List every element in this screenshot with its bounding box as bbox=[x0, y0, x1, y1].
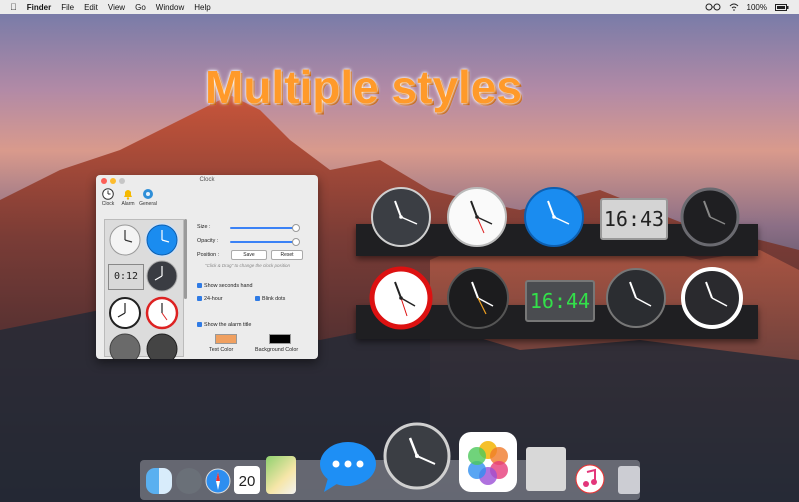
menu-help[interactable]: Help bbox=[194, 3, 210, 12]
calculator-icon[interactable] bbox=[526, 447, 566, 491]
itunes-icon[interactable] bbox=[575, 464, 605, 494]
style-digital-clock[interactable]: 0:12 bbox=[108, 264, 144, 290]
blue-clock[interactable] bbox=[523, 186, 585, 248]
tab-clock-label: Clock bbox=[101, 201, 115, 207]
bell-icon bbox=[124, 190, 132, 200]
style-black-clock[interactable] bbox=[108, 296, 142, 330]
lcd-digital-clock[interactable]: 16:43 bbox=[600, 198, 668, 240]
save-button[interactable]: Save bbox=[231, 250, 267, 260]
menu-file[interactable]: File bbox=[61, 3, 74, 12]
menu-view[interactable]: View bbox=[108, 3, 125, 12]
blink-dots-option[interactable]: Blink dots bbox=[255, 296, 285, 302]
tab-general[interactable]: General bbox=[139, 188, 157, 212]
background-color-well[interactable] bbox=[269, 334, 291, 344]
style-white-clock[interactable] bbox=[108, 223, 142, 257]
opacity-slider-knob[interactable] bbox=[292, 238, 300, 246]
text-color-label: Text Color bbox=[209, 347, 234, 353]
red-rim-clock[interactable] bbox=[369, 266, 433, 330]
menu-edit[interactable]: Edit bbox=[84, 3, 98, 12]
photos-icon[interactable] bbox=[459, 432, 517, 492]
show-seconds-label: Show seconds hand bbox=[204, 283, 253, 289]
glasses-icon[interactable] bbox=[705, 3, 721, 11]
headline: Multiple styles bbox=[205, 61, 522, 113]
clock-app-icon[interactable] bbox=[383, 422, 451, 490]
menu-go[interactable]: Go bbox=[135, 3, 146, 12]
gear-icon bbox=[143, 189, 153, 199]
24-hour-label: 24-hour bbox=[204, 296, 223, 302]
tab-alarm[interactable]: Alarm bbox=[120, 188, 136, 212]
tab-alarm-label: Alarm bbox=[121, 201, 135, 207]
menu-bar:  Finder File Edit View Go Window Help 1… bbox=[0, 0, 799, 14]
clock-style-grid: 0:12 bbox=[104, 219, 184, 359]
outline-dark-clock[interactable] bbox=[679, 186, 741, 248]
style-darkgray-clock[interactable] bbox=[145, 332, 179, 359]
white-classic-clock[interactable] bbox=[446, 186, 508, 248]
style-red-clock[interactable] bbox=[145, 296, 179, 330]
checkbox-icon bbox=[197, 296, 202, 302]
window-titlebar[interactable]: Clock bbox=[96, 175, 318, 187]
background-color-label: Background Color bbox=[255, 347, 299, 353]
window-toolbar: Clock Alarm General bbox=[96, 187, 318, 213]
charcoal-clock[interactable] bbox=[604, 266, 668, 330]
menu-window[interactable]: Window bbox=[156, 3, 184, 12]
clock-icon bbox=[102, 188, 114, 200]
apple-menu-icon[interactable]:  bbox=[10, 2, 17, 12]
window-title: Clock bbox=[199, 177, 215, 183]
checkbox-icon bbox=[197, 283, 202, 289]
menu-app-name[interactable]: Finder bbox=[27, 3, 51, 12]
finder-icon[interactable] bbox=[146, 468, 172, 494]
alarm-title-option[interactable]: Show the alarm title bbox=[197, 322, 251, 328]
battery-percent: 100% bbox=[746, 2, 767, 12]
messages-icon[interactable] bbox=[318, 438, 378, 494]
black-numeral-clock[interactable] bbox=[446, 266, 510, 330]
24-hour-option[interactable]: 24-hour bbox=[197, 296, 223, 302]
safari-icon[interactable] bbox=[205, 468, 231, 494]
reset-button[interactable]: Reset bbox=[271, 250, 303, 260]
opacity-slider[interactable] bbox=[230, 241, 296, 243]
size-slider[interactable] bbox=[230, 227, 296, 229]
calendar-icon[interactable]: 20 bbox=[234, 466, 260, 494]
maps-icon[interactable] bbox=[266, 456, 296, 494]
position-label: Position : bbox=[197, 252, 220, 258]
checkbox-icon bbox=[197, 322, 202, 328]
show-seconds-option[interactable]: Show seconds hand bbox=[197, 283, 253, 289]
dark-metal-clock[interactable] bbox=[370, 186, 432, 248]
tab-general-label: General bbox=[139, 201, 157, 207]
wifi-icon[interactable] bbox=[729, 3, 739, 11]
clock-preferences-window: Clock Clock Alarm General 0:12 Size : Op… bbox=[96, 175, 318, 359]
opacity-label: Opacity : bbox=[197, 238, 219, 244]
checkbox-icon bbox=[255, 296, 260, 302]
style-blue-clock[interactable] bbox=[145, 223, 179, 257]
launchpad-icon[interactable] bbox=[176, 468, 202, 494]
size-slider-knob[interactable] bbox=[292, 224, 300, 232]
style-dark-clock[interactable] bbox=[145, 259, 179, 293]
blink-dots-label: Blink dots bbox=[262, 296, 286, 302]
text-color-well[interactable] bbox=[215, 334, 237, 344]
tab-clock[interactable]: Clock bbox=[100, 188, 116, 212]
style-gray-clock[interactable] bbox=[108, 332, 142, 359]
green-led-clock[interactable]: 16:44 bbox=[525, 280, 595, 322]
alarm-title-label: Show the alarm title bbox=[204, 322, 252, 328]
size-label: Size : bbox=[197, 224, 211, 230]
battery-icon[interactable] bbox=[775, 3, 789, 11]
position-hint: "Click & Drag" to change the clock posit… bbox=[205, 263, 290, 268]
trash-icon[interactable] bbox=[618, 466, 640, 494]
grid-scrollbar[interactable] bbox=[184, 219, 187, 299]
white-ring-clock[interactable] bbox=[680, 266, 744, 330]
